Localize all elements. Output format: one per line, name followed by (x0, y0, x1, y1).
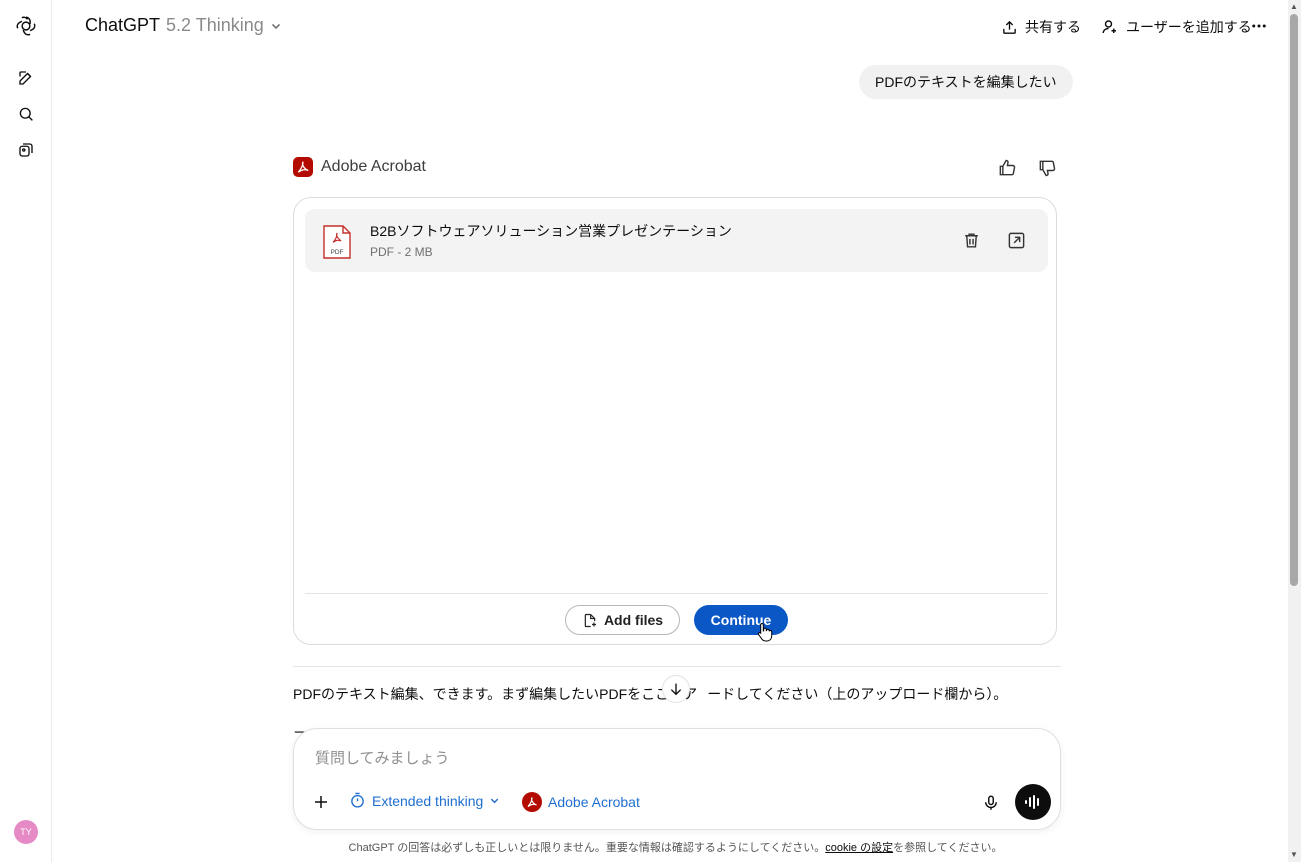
chevron-down-icon (271, 23, 280, 29)
continue-button[interactable]: Continue (694, 605, 788, 635)
model-selector[interactable]: ChatGPT 5.2 Thinking (85, 15, 282, 36)
share-icon (1003, 20, 1016, 34)
model-version: 5.2 Thinking (166, 15, 264, 35)
share-label: 共有する (1025, 19, 1081, 35)
footer-disclaimer: ChatGPT の回答は必ずしも正しいとは限りません。重要な情報は確認するように… (0, 839, 1301, 855)
acrobat-chip-label: Adobe Acrobat (548, 794, 640, 810)
user-message-bubble: PDFのテキストを編集したい (859, 65, 1073, 99)
new-chat-icon[interactable] (13, 65, 39, 91)
add-user-icon (1102, 20, 1116, 34)
scroll-up-arrow-icon[interactable]: ▲ (1289, 2, 1299, 11)
message-separator (293, 666, 1061, 667)
open-external-icon[interactable] (1007, 231, 1026, 255)
disclaimer-text: ChatGPT の回答は必ずしも正しいとは限りません。重要な情報は確認するように… (348, 842, 826, 854)
share-button[interactable]: 共有する (1001, 17, 1081, 37)
more-options-icon[interactable] (1250, 17, 1268, 40)
file-meta: PDF - 2 MB (370, 245, 433, 259)
openai-logo-icon[interactable] (13, 13, 39, 39)
scrollbar-thumb[interactable] (1290, 14, 1298, 586)
library-icon[interactable] (13, 137, 39, 163)
search-icon[interactable] (13, 101, 39, 127)
arrow-down-icon (670, 683, 682, 696)
assistant-message: PDFのテキスト編集、できます。まず編集したいPDFをここにア ードしてください（… (293, 684, 1007, 704)
voice-waveform-icon (1025, 795, 1039, 809)
add-files-label: Add files (603, 612, 664, 628)
assistant-message-tail: ードしてください（上のアップロード欄から）。 (707, 686, 1008, 702)
sidebar: TY (0, 0, 52, 862)
cookie-settings-link[interactable]: cookie の設定 (825, 842, 893, 854)
app-name: Adobe Acrobat (321, 158, 426, 175)
acrobat-logo-icon (522, 792, 542, 812)
scroll-to-bottom-button[interactable] (662, 675, 690, 703)
plus-icon[interactable] (312, 793, 330, 816)
message-input[interactable]: 質問してみましょう (315, 747, 450, 768)
add-user-button[interactable]: ユーザーを追加する (1101, 17, 1252, 37)
assistant-message-text: PDFのテキスト編集、できます。まず編集したいPDFをここにア (293, 686, 698, 702)
model-name: ChatGPT (85, 15, 161, 35)
pdf-file-icon: PDF (322, 224, 352, 265)
add-files-button[interactable]: Add files (565, 605, 680, 635)
extended-thinking-label: Extended thinking (372, 792, 484, 809)
file-card[interactable]: PDF B2Bソフトウェアソリューション営業プレゼンテーション PDF - 2 … (305, 209, 1048, 272)
timer-icon (351, 792, 364, 808)
acrobat-app-chip[interactable]: Adobe Acrobat (522, 792, 640, 812)
add-user-label: ユーザーを追加する (1126, 19, 1252, 35)
acrobat-widget: PDF B2Bソフトウェアソリューション営業プレゼンテーション PDF - 2 … (293, 197, 1057, 645)
extended-thinking-toggle[interactable]: Extended thinking (349, 792, 500, 809)
disclaimer-suffix: を参照してください。 (893, 842, 1003, 854)
pdf-icon-label: PDF (331, 249, 344, 256)
voice-mode-button[interactable] (1015, 784, 1051, 820)
add-file-icon (584, 613, 596, 627)
hand-cursor-icon (757, 622, 773, 647)
file-name: B2Bソフトウェアソリューション営業プレゼンテーション (370, 223, 732, 239)
app-header: Adobe Acrobat (293, 157, 426, 177)
thumbs-up-icon[interactable] (997, 158, 1017, 183)
composer: 質問してみましょう Extended thinking Adobe Acroba… (293, 728, 1061, 830)
trash-icon[interactable] (962, 231, 981, 255)
acrobat-logo-icon (293, 157, 313, 177)
widget-divider (305, 593, 1048, 594)
microphone-icon[interactable] (982, 793, 1000, 818)
chevron-down-icon (491, 798, 499, 804)
thumbs-down-icon[interactable] (1037, 158, 1057, 183)
